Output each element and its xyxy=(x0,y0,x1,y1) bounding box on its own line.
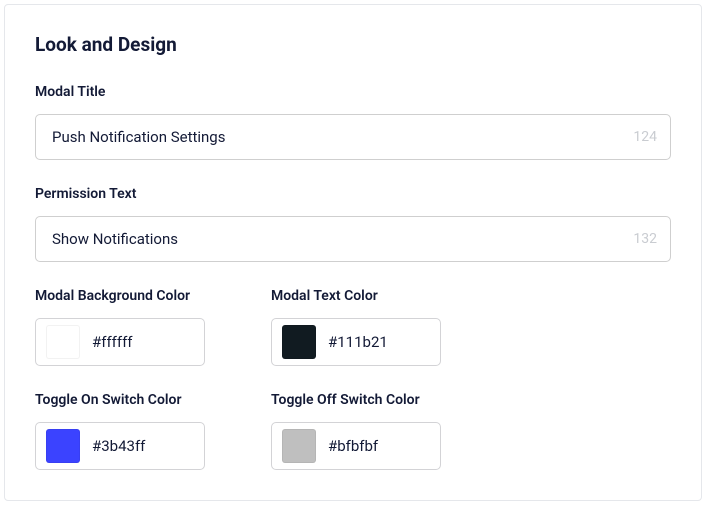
toggle-on-input[interactable] xyxy=(35,422,205,470)
permission-text-input[interactable] xyxy=(35,216,671,262)
modal-text-field: Modal Text Color xyxy=(271,288,471,366)
modal-title-field: Modal Title 124 xyxy=(35,84,671,160)
modal-text-input[interactable] xyxy=(271,318,441,366)
modal-text-hex[interactable] xyxy=(328,333,408,351)
modal-text-label: Modal Text Color xyxy=(271,288,471,304)
permission-text-input-wrap: 132 xyxy=(35,216,671,262)
toggle-off-label: Toggle Off Switch Color xyxy=(271,392,471,408)
permission-text-label: Permission Text xyxy=(35,186,671,202)
toggle-off-hex[interactable] xyxy=(328,437,408,455)
modal-bg-swatch[interactable] xyxy=(46,325,80,359)
look-and-design-panel: Look and Design Modal Title 124 Permissi… xyxy=(4,4,702,501)
color-row-2: Toggle On Switch Color Toggle Off Switch… xyxy=(35,392,671,470)
toggle-off-input[interactable] xyxy=(271,422,441,470)
modal-bg-input[interactable] xyxy=(35,318,205,366)
modal-title-input-wrap: 124 xyxy=(35,114,671,160)
modal-title-label: Modal Title xyxy=(35,84,671,100)
toggle-on-hex[interactable] xyxy=(92,437,172,455)
modal-title-input[interactable] xyxy=(35,114,671,160)
toggle-off-swatch[interactable] xyxy=(282,429,316,463)
modal-text-swatch[interactable] xyxy=(282,325,316,359)
modal-bg-label: Modal Background Color xyxy=(35,288,235,304)
toggle-off-field: Toggle Off Switch Color xyxy=(271,392,471,470)
permission-text-field: Permission Text 132 xyxy=(35,186,671,262)
toggle-on-label: Toggle On Switch Color xyxy=(35,392,235,408)
toggle-on-field: Toggle On Switch Color xyxy=(35,392,235,470)
section-title: Look and Design xyxy=(35,33,671,56)
modal-bg-hex[interactable] xyxy=(92,333,172,351)
color-row-1: Modal Background Color Modal Text Color xyxy=(35,288,671,366)
modal-bg-field: Modal Background Color xyxy=(35,288,235,366)
toggle-on-swatch[interactable] xyxy=(46,429,80,463)
